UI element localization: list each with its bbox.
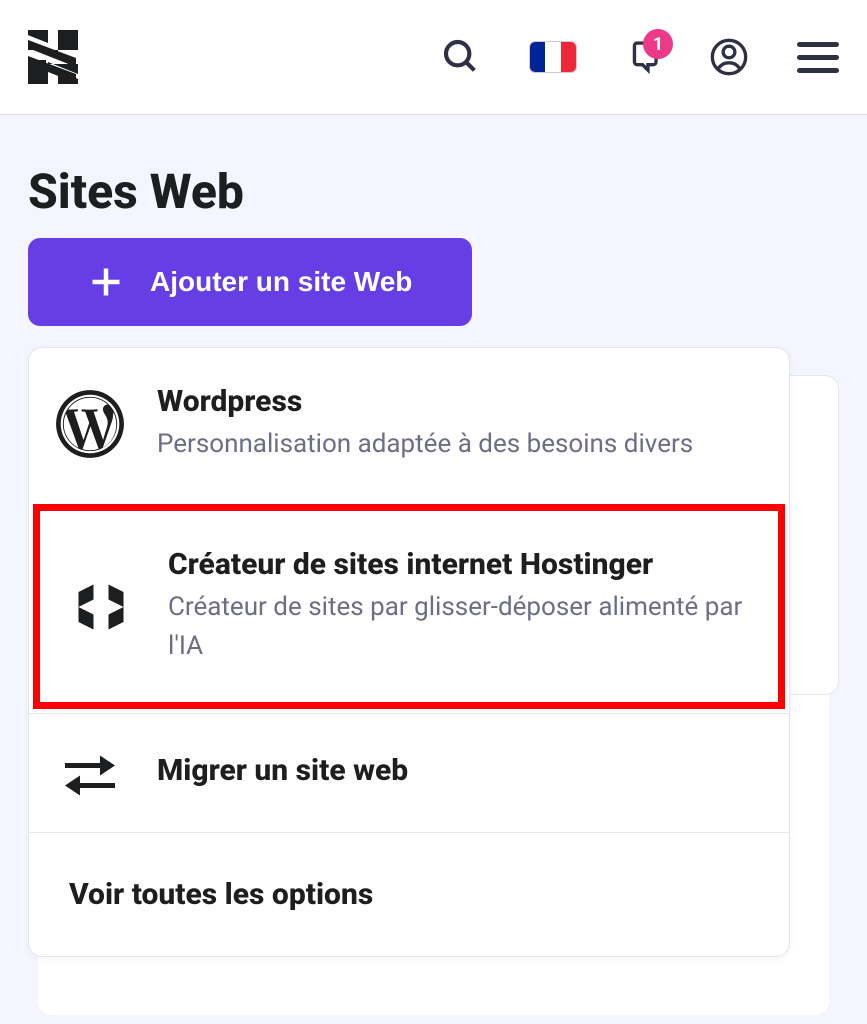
hostinger-logo[interactable] [28,30,78,84]
notification-badge: 1 [643,29,673,59]
main-content: Sites Web Ajouter un site Web Wordpress … [0,115,867,346]
language-flag-fr[interactable] [529,41,577,73]
dropdown-item-wordpress[interactable]: Wordpress Personnalisation adaptée à des… [29,348,789,500]
notification-icon[interactable]: 1 [625,39,661,75]
account-icon[interactable] [709,37,749,77]
app-header: 1 [0,0,867,115]
dropdown-item-title: Wordpress [157,384,765,419]
page-title: Sites Web [28,163,839,220]
add-website-dropdown: Wordpress Personnalisation adaptée à des… [28,347,790,957]
search-icon[interactable] [441,37,481,77]
wordpress-icon [53,387,127,461]
builder-icon [64,577,138,637]
dropdown-item-website-builder[interactable]: Créateur de sites internet Hostinger Cré… [33,504,785,709]
dropdown-item-title: Créateur de sites internet Hostinger [168,547,754,582]
dropdown-all-options[interactable]: Voir toutes les options [29,833,789,956]
dropdown-item-desc: Créateur de sites par glisser-déposer al… [168,588,754,666]
dropdown-item-desc: Personnalisation adaptée à des besoins d… [157,425,765,464]
add-button-label: Ajouter un site Web [150,266,412,298]
plus-icon [88,264,124,300]
migrate-icon [53,750,127,796]
dropdown-item-migrate[interactable]: Migrer un site web [29,714,789,832]
dropdown-item-title: Migrer un site web [157,753,765,788]
menu-icon[interactable] [797,42,839,73]
add-website-button[interactable]: Ajouter un site Web [28,238,472,326]
